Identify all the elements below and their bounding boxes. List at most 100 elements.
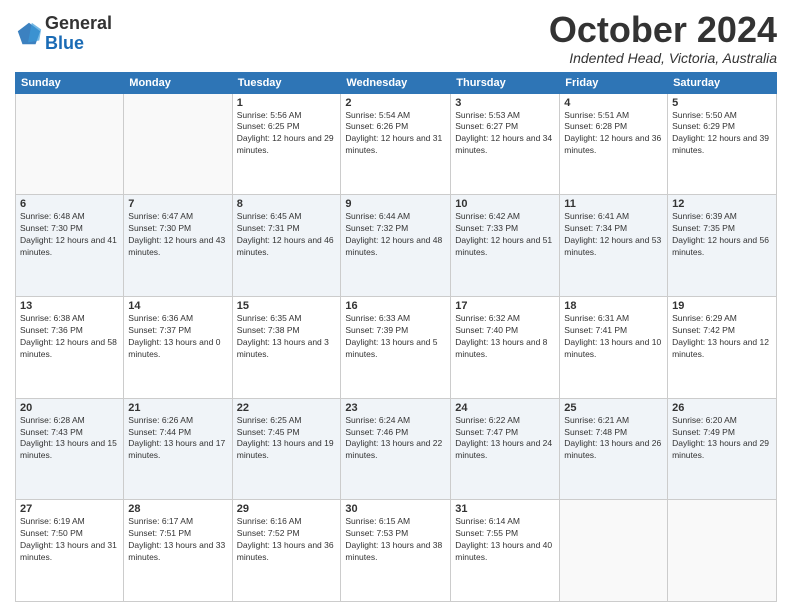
calendar-cell: 2Sunrise: 5:54 AM Sunset: 6:26 PM Daylig…: [341, 93, 451, 195]
col-header-saturday: Saturday: [668, 72, 777, 93]
location-subtitle: Indented Head, Victoria, Australia: [549, 50, 777, 66]
day-number: 18: [564, 300, 663, 312]
day-number: 5: [672, 97, 772, 109]
day-info: Sunrise: 6:44 AM Sunset: 7:32 PM Dayligh…: [345, 211, 446, 259]
day-info: Sunrise: 6:38 AM Sunset: 7:36 PM Dayligh…: [20, 313, 119, 361]
calendar-cell: 10Sunrise: 6:42 AM Sunset: 7:33 PM Dayli…: [451, 195, 560, 297]
day-info: Sunrise: 6:47 AM Sunset: 7:30 PM Dayligh…: [128, 211, 227, 259]
col-header-sunday: Sunday: [16, 72, 124, 93]
calendar-cell: [124, 93, 232, 195]
day-info: Sunrise: 5:51 AM Sunset: 6:28 PM Dayligh…: [564, 110, 663, 158]
day-info: Sunrise: 6:35 AM Sunset: 7:38 PM Dayligh…: [237, 313, 337, 361]
day-number: 30: [345, 503, 446, 515]
calendar-cell: 11Sunrise: 6:41 AM Sunset: 7:34 PM Dayli…: [560, 195, 668, 297]
day-number: 16: [345, 300, 446, 312]
day-info: Sunrise: 5:54 AM Sunset: 6:26 PM Dayligh…: [345, 110, 446, 158]
day-number: 12: [672, 198, 772, 210]
calendar-cell: 4Sunrise: 5:51 AM Sunset: 6:28 PM Daylig…: [560, 93, 668, 195]
day-info: Sunrise: 6:32 AM Sunset: 7:40 PM Dayligh…: [455, 313, 555, 361]
day-info: Sunrise: 6:24 AM Sunset: 7:46 PM Dayligh…: [345, 415, 446, 463]
calendar-cell: [668, 500, 777, 602]
day-number: 28: [128, 503, 227, 515]
calendar-cell: 22Sunrise: 6:25 AM Sunset: 7:45 PM Dayli…: [232, 398, 341, 500]
calendar-cell: 12Sunrise: 6:39 AM Sunset: 7:35 PM Dayli…: [668, 195, 777, 297]
day-number: 23: [345, 402, 446, 414]
calendar-cell: 9Sunrise: 6:44 AM Sunset: 7:32 PM Daylig…: [341, 195, 451, 297]
day-info: Sunrise: 6:17 AM Sunset: 7:51 PM Dayligh…: [128, 516, 227, 564]
day-number: 15: [237, 300, 337, 312]
calendar-cell: 18Sunrise: 6:31 AM Sunset: 7:41 PM Dayli…: [560, 296, 668, 398]
day-number: 13: [20, 300, 119, 312]
col-header-monday: Monday: [124, 72, 232, 93]
day-number: 7: [128, 198, 227, 210]
col-header-friday: Friday: [560, 72, 668, 93]
day-number: 26: [672, 402, 772, 414]
calendar-cell: 20Sunrise: 6:28 AM Sunset: 7:43 PM Dayli…: [16, 398, 124, 500]
calendar-cell: [560, 500, 668, 602]
day-info: Sunrise: 6:22 AM Sunset: 7:47 PM Dayligh…: [455, 415, 555, 463]
calendar-cell: 1Sunrise: 5:56 AM Sunset: 6:25 PM Daylig…: [232, 93, 341, 195]
calendar-table: SundayMondayTuesdayWednesdayThursdayFrid…: [15, 72, 777, 602]
day-number: 22: [237, 402, 337, 414]
page: General Blue October 2024 Indented Head,…: [0, 0, 792, 612]
day-number: 6: [20, 198, 119, 210]
calendar-cell: 14Sunrise: 6:36 AM Sunset: 7:37 PM Dayli…: [124, 296, 232, 398]
day-number: 1: [237, 97, 337, 109]
day-info: Sunrise: 5:50 AM Sunset: 6:29 PM Dayligh…: [672, 110, 772, 158]
day-info: Sunrise: 6:42 AM Sunset: 7:33 PM Dayligh…: [455, 211, 555, 259]
day-number: 31: [455, 503, 555, 515]
day-info: Sunrise: 6:16 AM Sunset: 7:52 PM Dayligh…: [237, 516, 337, 564]
day-number: 2: [345, 97, 446, 109]
calendar-cell: 23Sunrise: 6:24 AM Sunset: 7:46 PM Dayli…: [341, 398, 451, 500]
day-number: 3: [455, 97, 555, 109]
day-info: Sunrise: 6:15 AM Sunset: 7:53 PM Dayligh…: [345, 516, 446, 564]
day-number: 19: [672, 300, 772, 312]
day-number: 14: [128, 300, 227, 312]
logo: General Blue: [15, 14, 112, 54]
calendar-cell: 30Sunrise: 6:15 AM Sunset: 7:53 PM Dayli…: [341, 500, 451, 602]
day-info: Sunrise: 6:29 AM Sunset: 7:42 PM Dayligh…: [672, 313, 772, 361]
col-header-wednesday: Wednesday: [341, 72, 451, 93]
day-number: 24: [455, 402, 555, 414]
day-info: Sunrise: 5:53 AM Sunset: 6:27 PM Dayligh…: [455, 110, 555, 158]
calendar-cell: 8Sunrise: 6:45 AM Sunset: 7:31 PM Daylig…: [232, 195, 341, 297]
day-info: Sunrise: 6:39 AM Sunset: 7:35 PM Dayligh…: [672, 211, 772, 259]
calendar-cell: 15Sunrise: 6:35 AM Sunset: 7:38 PM Dayli…: [232, 296, 341, 398]
calendar-cell: 16Sunrise: 6:33 AM Sunset: 7:39 PM Dayli…: [341, 296, 451, 398]
day-info: Sunrise: 6:14 AM Sunset: 7:55 PM Dayligh…: [455, 516, 555, 564]
calendar-cell: 21Sunrise: 6:26 AM Sunset: 7:44 PM Dayli…: [124, 398, 232, 500]
day-info: Sunrise: 6:19 AM Sunset: 7:50 PM Dayligh…: [20, 516, 119, 564]
calendar-cell: 3Sunrise: 5:53 AM Sunset: 6:27 PM Daylig…: [451, 93, 560, 195]
title-block: October 2024 Indented Head, Victoria, Au…: [549, 10, 777, 66]
day-number: 17: [455, 300, 555, 312]
calendar-cell: 5Sunrise: 5:50 AM Sunset: 6:29 PM Daylig…: [668, 93, 777, 195]
calendar-cell: 27Sunrise: 6:19 AM Sunset: 7:50 PM Dayli…: [16, 500, 124, 602]
col-header-thursday: Thursday: [451, 72, 560, 93]
day-info: Sunrise: 5:56 AM Sunset: 6:25 PM Dayligh…: [237, 110, 337, 158]
day-number: 8: [237, 198, 337, 210]
calendar-cell: 7Sunrise: 6:47 AM Sunset: 7:30 PM Daylig…: [124, 195, 232, 297]
day-number: 27: [20, 503, 119, 515]
day-info: Sunrise: 6:31 AM Sunset: 7:41 PM Dayligh…: [564, 313, 663, 361]
logo-icon: [15, 20, 43, 48]
calendar-cell: 25Sunrise: 6:21 AM Sunset: 7:48 PM Dayli…: [560, 398, 668, 500]
calendar-cell: 17Sunrise: 6:32 AM Sunset: 7:40 PM Dayli…: [451, 296, 560, 398]
day-info: Sunrise: 6:26 AM Sunset: 7:44 PM Dayligh…: [128, 415, 227, 463]
calendar-cell: 29Sunrise: 6:16 AM Sunset: 7:52 PM Dayli…: [232, 500, 341, 602]
day-number: 20: [20, 402, 119, 414]
day-info: Sunrise: 6:21 AM Sunset: 7:48 PM Dayligh…: [564, 415, 663, 463]
day-info: Sunrise: 6:25 AM Sunset: 7:45 PM Dayligh…: [237, 415, 337, 463]
day-number: 21: [128, 402, 227, 414]
col-header-tuesday: Tuesday: [232, 72, 341, 93]
calendar-cell: 28Sunrise: 6:17 AM Sunset: 7:51 PM Dayli…: [124, 500, 232, 602]
calendar-cell: 6Sunrise: 6:48 AM Sunset: 7:30 PM Daylig…: [16, 195, 124, 297]
day-number: 10: [455, 198, 555, 210]
logo-text: General Blue: [45, 14, 112, 54]
header: General Blue October 2024 Indented Head,…: [15, 10, 777, 66]
day-info: Sunrise: 6:36 AM Sunset: 7:37 PM Dayligh…: [128, 313, 227, 361]
calendar-cell: 31Sunrise: 6:14 AM Sunset: 7:55 PM Dayli…: [451, 500, 560, 602]
calendar-cell: 26Sunrise: 6:20 AM Sunset: 7:49 PM Dayli…: [668, 398, 777, 500]
day-info: Sunrise: 6:48 AM Sunset: 7:30 PM Dayligh…: [20, 211, 119, 259]
day-number: 4: [564, 97, 663, 109]
calendar-cell: 24Sunrise: 6:22 AM Sunset: 7:47 PM Dayli…: [451, 398, 560, 500]
